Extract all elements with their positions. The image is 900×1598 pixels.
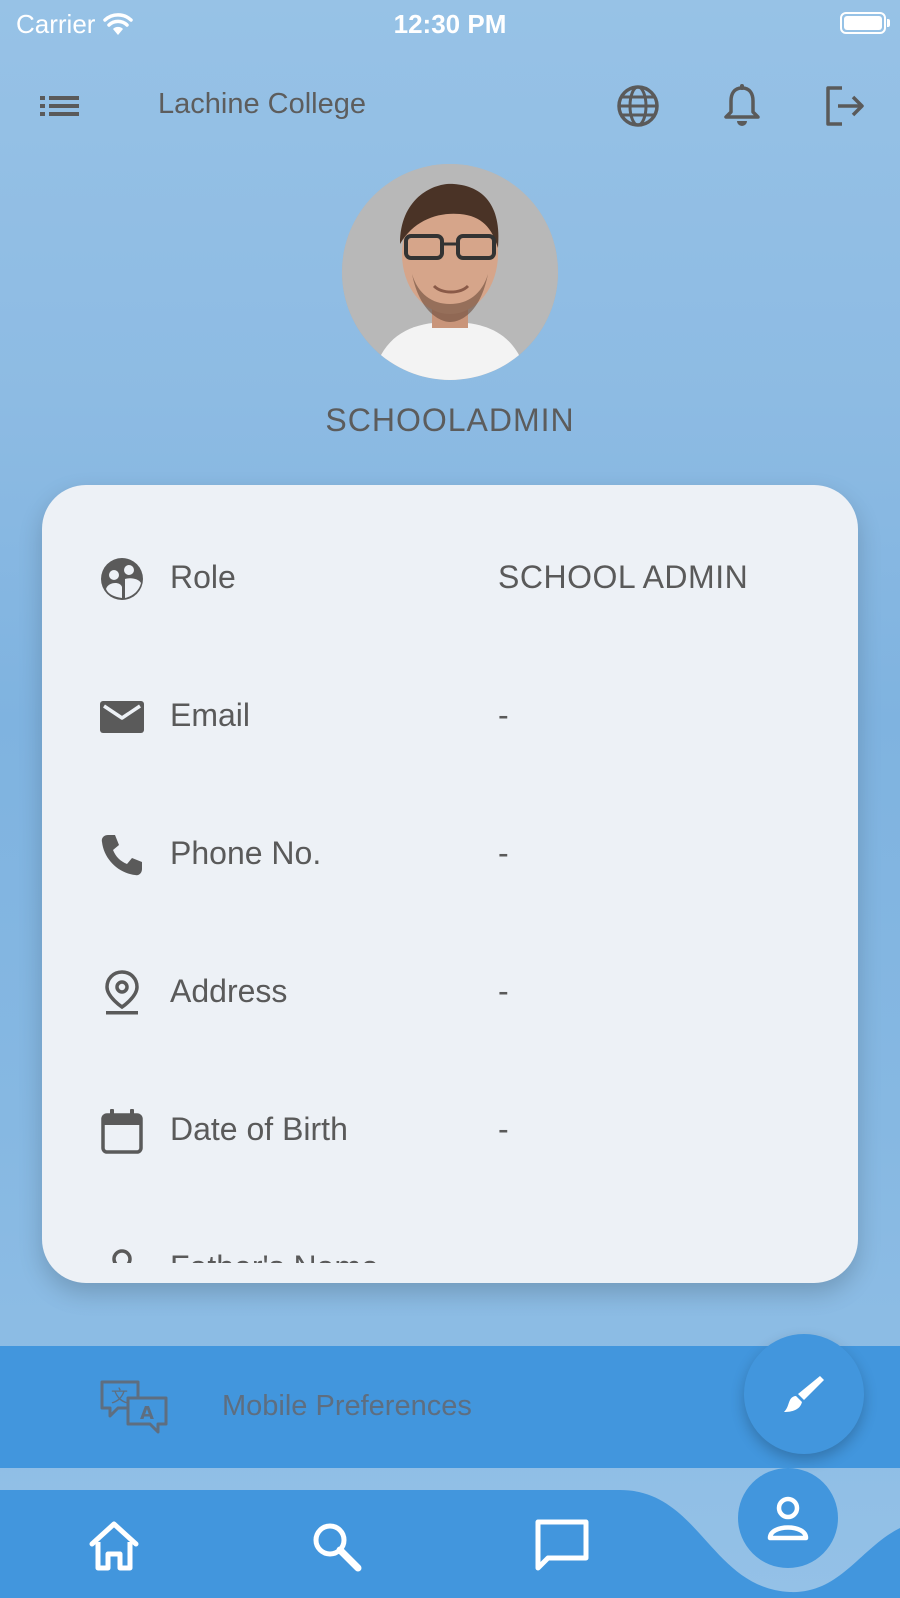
username: SCHOOLADMIN [325, 402, 575, 438]
home-icon [89, 1521, 139, 1571]
nav-search-button[interactable] [308, 1518, 364, 1579]
translate-icon: 文 A [100, 1380, 168, 1434]
role-icon [101, 558, 143, 600]
partial-label: Father's Name [170, 1249, 379, 1263]
address-label: Address [170, 973, 288, 1009]
globe-icon [617, 85, 659, 127]
mobile-preferences-label: Mobile Preferences [222, 1390, 472, 1422]
role-label: Role [170, 559, 236, 595]
brush-icon [784, 1376, 824, 1412]
app-title: Lachine College [158, 88, 366, 120]
detail-row-address: Address - [42, 949, 858, 1029]
avatar-photo [342, 164, 558, 380]
profile-details-card: Role SCHOOL ADMIN Email - Phone No. - Ad… [42, 485, 858, 1283]
email-label: Email [170, 697, 251, 733]
detail-row-role: Role SCHOOL ADMIN [42, 535, 858, 615]
details-list[interactable]: Role SCHOOL ADMIN Email - Phone No. - Ad… [42, 485, 858, 1263]
search-icon [313, 1523, 362, 1572]
detail-row-partial: Father's Name [42, 1225, 858, 1263]
svg-text:A: A [140, 1403, 154, 1424]
avatar[interactable] [342, 164, 558, 380]
battery-icon [840, 12, 890, 34]
nav-profile-button[interactable] [738, 1468, 838, 1568]
email-value: - [498, 697, 510, 733]
top-app-bar: Lachine College [0, 70, 900, 140]
status-time: 12:30 PM [393, 9, 507, 39]
logout-button[interactable] [820, 82, 868, 135]
dob-value: - [498, 1111, 510, 1147]
bell-icon [724, 84, 760, 126]
dob-label: Date of Birth [170, 1111, 348, 1147]
phone-value: - [498, 835, 510, 871]
logout-icon [826, 86, 864, 126]
role-value: SCHOOL ADMIN [498, 559, 749, 595]
notifications-button[interactable] [718, 82, 766, 135]
profile-icon [767, 1496, 809, 1541]
status-bar: Carrier 12:30 PM [0, 0, 900, 48]
nav-messages-button[interactable] [532, 1516, 592, 1581]
phone-icon [101, 835, 142, 876]
menu-button[interactable] [36, 86, 86, 126]
address-value: - [498, 973, 510, 1009]
language-button[interactable] [614, 82, 662, 135]
nav-home-button[interactable] [86, 1518, 142, 1579]
menu-icon [40, 96, 79, 116]
chat-icon [535, 1519, 589, 1571]
location-icon [105, 970, 139, 1015]
person-icon [112, 1249, 132, 1263]
calendar-icon [101, 1109, 143, 1154]
detail-row-email: Email - [42, 673, 858, 753]
theme-brush-button[interactable] [744, 1334, 864, 1454]
email-icon [100, 701, 144, 733]
detail-row-dob: Date of Birth - [42, 1087, 858, 1167]
detail-row-phone: Phone No. - [42, 811, 858, 891]
phone-label: Phone No. [170, 835, 322, 871]
svg-text:文: 文 [111, 1387, 128, 1407]
